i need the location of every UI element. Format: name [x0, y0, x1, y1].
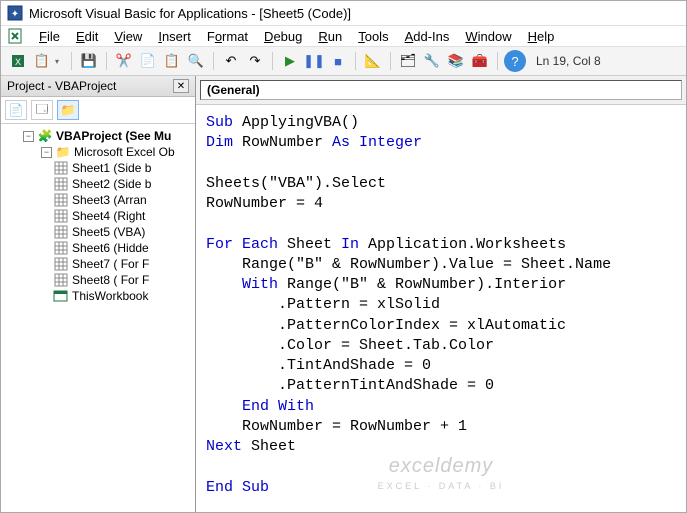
project-root-label: VBAProject (See Mu	[56, 129, 171, 143]
menu-edit[interactable]: Edit	[68, 27, 106, 46]
redo-button[interactable]: ↷	[244, 50, 266, 72]
code-editor-header: (General)	[196, 76, 686, 105]
object-browser-button[interactable]: 📚	[445, 50, 467, 72]
tree-sheet-item[interactable]: Sheet3 (Arran	[3, 192, 193, 208]
tree-sheet-item[interactable]: Sheet8 ( For F	[3, 272, 193, 288]
view-object-button[interactable]: 🗔	[31, 100, 53, 120]
sheet-label: Sheet5 (VBA)	[72, 225, 145, 239]
menu-format[interactable]: Format	[199, 27, 256, 46]
insert-module-button[interactable]: 📋	[31, 50, 53, 72]
menu-insert[interactable]: Insert	[150, 27, 199, 46]
project-tree: − 🧩 VBAProject (See Mu − 📁 Microsoft Exc…	[1, 124, 195, 512]
sheet-label: Sheet6 (Hidde	[72, 241, 149, 255]
view-excel-button[interactable]: X	[7, 50, 29, 72]
cursor-position-status: Ln 19, Col 8	[536, 54, 601, 68]
cut-button[interactable]: ✂️	[113, 50, 135, 72]
undo-button[interactable]: ↶	[220, 50, 242, 72]
project-explorer-button[interactable]: 🗂	[397, 50, 419, 72]
toggle-folders-button[interactable]: 📁	[57, 100, 79, 120]
sheet-icon	[53, 161, 69, 175]
tree-sheet-item[interactable]: Sheet6 (Hidde	[3, 240, 193, 256]
save-button[interactable]: 💾	[78, 50, 100, 72]
break-button[interactable]: ❚❚	[303, 50, 325, 72]
reset-button[interactable]: ■	[327, 50, 349, 72]
tree-sheet-item[interactable]: Sheet1 (Side b	[3, 160, 193, 176]
object-selector[interactable]: (General)	[200, 80, 682, 100]
tree-sheet-item[interactable]: Sheet4 (Right	[3, 208, 193, 224]
tree-sheet-item[interactable]: Sheet2 (Side b	[3, 176, 193, 192]
sheet-icon	[53, 209, 69, 223]
menu-debug[interactable]: Debug	[256, 27, 310, 46]
properties-button[interactable]: 🔧	[421, 50, 443, 72]
folder-icon: 📁	[55, 145, 71, 159]
project-pane-title: Project - VBAProject	[7, 79, 116, 93]
help-button[interactable]: ?	[504, 50, 526, 72]
menu-file[interactable]: File	[31, 27, 68, 46]
tree-folder-excel-objects[interactable]: − 📁 Microsoft Excel Ob	[3, 144, 193, 160]
view-code-button[interactable]: 📄	[5, 100, 27, 120]
sheet-label: Sheet1 (Side b	[72, 161, 151, 175]
menu-view[interactable]: View	[106, 27, 150, 46]
toolbar: X 📋 ▾ 💾 ✂️ 📄 📋 🔍 ↶ ↷ ▶ ❚❚ ■ 📐 🗂 🔧 📚 🧰 ? …	[1, 47, 686, 76]
sheet-label: Sheet7 ( For F	[72, 257, 149, 271]
paste-button[interactable]: 📋	[161, 50, 183, 72]
collapse-icon[interactable]: −	[23, 131, 34, 142]
sheet-icon	[53, 225, 69, 239]
design-mode-button[interactable]: 📐	[362, 50, 384, 72]
svg-text:X: X	[15, 57, 21, 67]
code-editor-pane: (General) Sub ApplyingVBA()Dim RowNumber…	[196, 76, 686, 512]
tree-thisworkbook[interactable]: ThisWorkbook	[3, 288, 193, 304]
menu-help[interactable]: Help	[520, 27, 563, 46]
find-button[interactable]: 🔍	[185, 50, 207, 72]
project-pane-toolbar: 📄 🗔 📁	[1, 97, 195, 124]
dropdown-icon[interactable]: ▾	[55, 57, 65, 66]
window-title: Microsoft Visual Basic for Applications …	[29, 6, 351, 21]
project-pane-titlebar: Project - VBAProject ✕	[1, 76, 195, 97]
sheet-icon	[53, 257, 69, 271]
sheet-label: Sheet3 (Arran	[72, 193, 147, 207]
tree-sheet-item[interactable]: Sheet7 ( For F	[3, 256, 193, 272]
menu-window[interactable]: Window	[457, 27, 519, 46]
svg-text:✦: ✦	[11, 9, 19, 20]
code-editor[interactable]: Sub ApplyingVBA()Dim RowNumber As Intege…	[196, 105, 686, 512]
sheet-icon	[53, 193, 69, 207]
sheet-label: Sheet2 (Side b	[72, 177, 151, 191]
sheet-label: Sheet4 (Right	[72, 209, 145, 223]
toolbox-button[interactable]: 🧰	[469, 50, 491, 72]
copy-button[interactable]: 📄	[137, 50, 159, 72]
close-icon[interactable]: ✕	[173, 79, 189, 93]
title-bar: ✦ Microsoft Visual Basic for Application…	[1, 1, 686, 26]
workbook-label: ThisWorkbook	[72, 289, 148, 303]
menu-add-ins[interactable]: Add-Ins	[397, 27, 458, 46]
project-icon: 🧩	[37, 129, 53, 143]
vba-app-icon: ✦	[7, 5, 23, 21]
menu-tools[interactable]: Tools	[350, 27, 396, 46]
tree-project-root[interactable]: − 🧩 VBAProject (See Mu	[3, 128, 193, 144]
workbook-icon	[53, 289, 69, 303]
excel-doc-icon	[7, 28, 23, 44]
collapse-icon[interactable]: −	[41, 147, 52, 158]
sheet-label: Sheet8 ( For F	[72, 273, 149, 287]
project-explorer-pane: Project - VBAProject ✕ 📄 🗔 📁 − 🧩 VBAProj…	[1, 76, 196, 512]
run-button[interactable]: ▶	[279, 50, 301, 72]
sheet-icon	[53, 177, 69, 191]
sheet-icon	[53, 241, 69, 255]
tree-sheet-item[interactable]: Sheet5 (VBA)	[3, 224, 193, 240]
menu-bar: FileEditViewInsertFormatDebugRunToolsAdd…	[1, 26, 686, 47]
menu-run[interactable]: Run	[310, 27, 350, 46]
sheet-icon	[53, 273, 69, 287]
folder-label: Microsoft Excel Ob	[74, 145, 175, 159]
